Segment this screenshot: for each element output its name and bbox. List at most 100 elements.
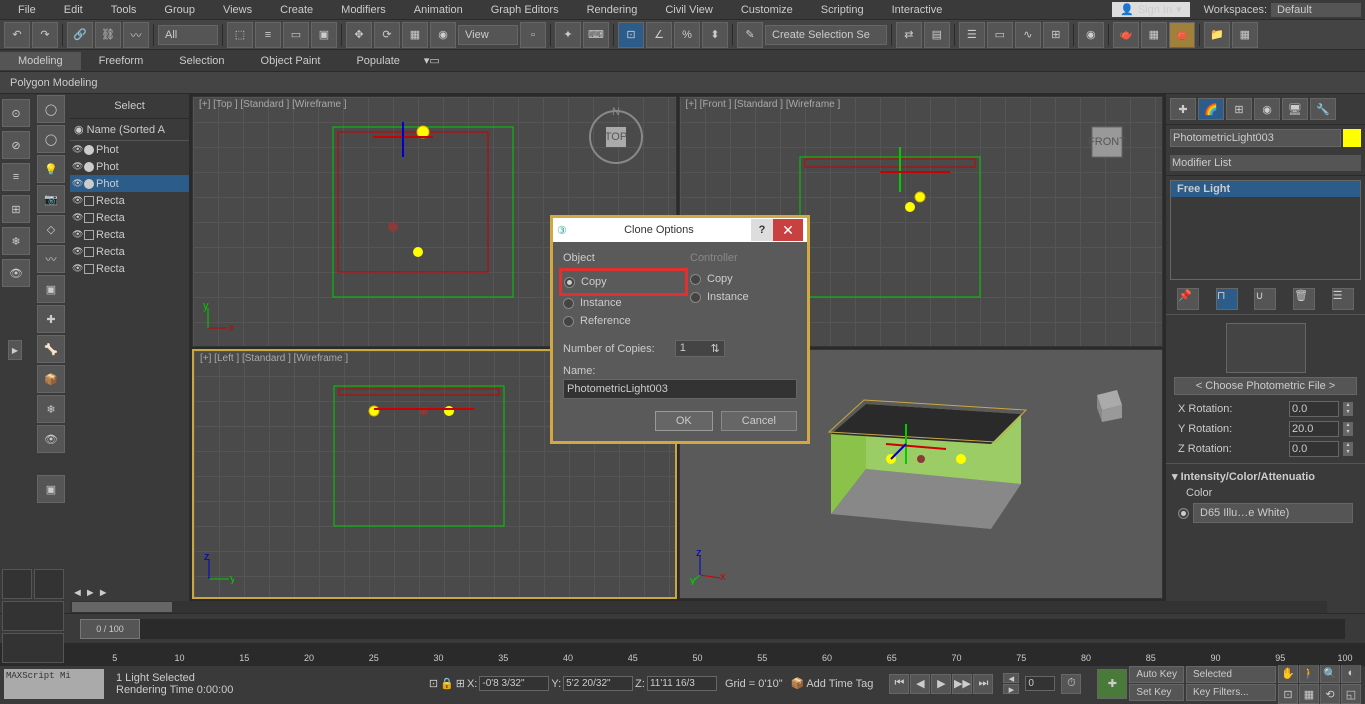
goto-end-icon[interactable]: ⏭ (973, 674, 993, 694)
display-frozen2-icon[interactable]: ❄ (37, 395, 65, 423)
menu-civil-view[interactable]: Civil View (651, 2, 726, 18)
outliner-row[interactable]: 👁Phot (70, 175, 189, 192)
ribbon-expand-icon[interactable]: ▾▭ (424, 54, 440, 67)
menu-customize[interactable]: Customize (727, 2, 807, 18)
key-filters-selected-dropdown[interactable]: Selected (1186, 666, 1276, 683)
select-columns[interactable]: ◉ Name (Sorted A (70, 119, 189, 141)
display-groups-icon[interactable]: ▣ (37, 275, 65, 303)
layer-explorer-button[interactable]: ☰ (959, 22, 985, 48)
align-button[interactable]: ▤ (924, 22, 950, 48)
view-compass[interactable]: TOPN (586, 107, 646, 167)
menu-scripting[interactable]: Scripting (807, 2, 878, 18)
outliner-row[interactable]: 👁Recta (70, 226, 189, 243)
tab-modeling[interactable]: Modeling (0, 52, 81, 70)
modifier-list-dropdown[interactable]: Modifier List (1170, 155, 1361, 171)
goto-start-icon[interactable]: ⏮ (889, 674, 909, 694)
key-mode-down-icon[interactable]: ▸ (1003, 684, 1019, 694)
auto-key-button[interactable]: Auto Key (1129, 666, 1184, 683)
ok-button[interactable]: OK (655, 411, 713, 431)
reference-radio[interactable] (563, 316, 574, 327)
play-icon[interactable]: ▶ (931, 674, 951, 694)
visibility-icon[interactable]: 👁 (72, 178, 82, 189)
maximize-viewport-icon[interactable]: ◱ (1341, 684, 1361, 704)
display-xrefs-icon[interactable]: ✚ (37, 305, 65, 333)
spin-down-icon[interactable]: ▾ (1343, 429, 1353, 436)
tab-object-paint[interactable]: Object Paint (243, 52, 339, 70)
mirror-button[interactable]: ⇄ (896, 22, 922, 48)
select-button[interactable]: ⬚ (227, 22, 253, 48)
visibility-icon[interactable]: 👁 (72, 144, 82, 155)
scroll-left-icon[interactable]: ◄ (72, 587, 83, 599)
timeline-ruler[interactable]: ∿ 05101520253035404550556065707580859095… (0, 643, 1365, 665)
menu-views[interactable]: Views (209, 2, 266, 18)
color-preset-radio[interactable] (1178, 508, 1189, 519)
visibility-icon[interactable]: 👁 (72, 161, 82, 172)
visibility-icon[interactable]: 👁 (72, 212, 82, 223)
menu-edit[interactable]: Edit (50, 2, 97, 18)
x-coord-input[interactable] (479, 676, 549, 691)
percent-snap-button[interactable]: % (674, 22, 700, 48)
layout-preset-4[interactable] (2, 633, 64, 663)
intensity-rollout-header[interactable]: ▾ Intensity/Color/Attenuatio (1170, 468, 1361, 485)
link-button[interactable]: 🔗 (67, 22, 93, 48)
abs-rel-icon[interactable]: ⊞ (456, 677, 465, 690)
unlink-button[interactable]: ⛓ (95, 22, 121, 48)
display-cameras-icon[interactable]: 📷 (37, 185, 65, 213)
zoom-all-icon[interactable]: ▦ (1299, 684, 1319, 704)
snap-toggle-button[interactable]: ⊡ (618, 22, 644, 48)
visibility-icon[interactable]: 👁 (72, 246, 82, 257)
display-helpers-icon[interactable]: ◇ (37, 215, 65, 243)
prev-frame-icon[interactable]: ◀ (910, 674, 930, 694)
spinner-snap-button[interactable]: ⬍ (702, 22, 728, 48)
outliner-row[interactable]: 👁Recta (70, 192, 189, 209)
layout-preset-1[interactable] (2, 569, 32, 599)
spin-up-icon[interactable]: ▴ (1343, 442, 1353, 449)
maxscript-listener[interactable]: MAXScript Mi (4, 669, 104, 699)
display-tab-icon[interactable]: 🖥 (1282, 98, 1308, 120)
configure-sets-icon[interactable]: ☰ (1332, 288, 1354, 310)
visibility-icon[interactable]: 👁 (72, 263, 82, 274)
lock-selection-icon[interactable]: 🔒 (440, 677, 454, 690)
visibility-icon[interactable]: 👁 (72, 229, 82, 240)
visibility-icon[interactable]: 👁 (72, 195, 82, 206)
y-rotation-input[interactable] (1289, 421, 1339, 437)
spin-down-icon[interactable]: ▾ (1343, 409, 1353, 416)
menu-group[interactable]: Group (150, 2, 209, 18)
pan-view-icon[interactable]: ✋ (1278, 663, 1298, 683)
expand-panel-icon[interactable]: ▶ (8, 340, 22, 360)
display-hidden-icon[interactable]: 👁 (2, 259, 30, 287)
toggle-ribbon-button[interactable]: ▭ (987, 22, 1013, 48)
make-unique-icon[interactable]: ∪ (1254, 288, 1276, 310)
material-editor-button[interactable]: ◉ (1078, 22, 1104, 48)
state-sets-button[interactable]: ▦ (1232, 22, 1258, 48)
time-slider-handle[interactable]: 0 / 100 (80, 619, 140, 639)
z-rotation-input[interactable] (1289, 441, 1339, 457)
menu-create[interactable]: Create (266, 2, 327, 18)
motion-tab-icon[interactable]: ◉ (1254, 98, 1280, 120)
object-color-swatch[interactable] (1343, 129, 1361, 147)
x-rotation-input[interactable] (1289, 401, 1339, 417)
time-slider[interactable]: 0 / 100 (80, 619, 1345, 639)
layout-preset-3[interactable] (2, 601, 64, 631)
create-tab-icon[interactable]: ✚ (1170, 98, 1196, 120)
select-name-button[interactable]: ≡ (255, 22, 281, 48)
instance-radio-row[interactable]: Instance (563, 294, 670, 312)
color-preset-dropdown[interactable]: D65 Illu…e White) (1193, 503, 1353, 523)
scroll-right2-icon[interactable]: ► (98, 587, 109, 599)
clone-name-input[interactable] (563, 379, 797, 399)
time-tag-icon[interactable]: 📦 (791, 677, 805, 690)
sub-ribbon-label[interactable]: Polygon Modeling (10, 77, 97, 89)
menu-tools[interactable]: Tools (97, 2, 151, 18)
outliner-row[interactable]: 👁Phot (70, 141, 189, 158)
utilities-tab-icon[interactable]: 🔧 (1310, 98, 1336, 120)
display-bone-icon[interactable]: 🦴 (37, 335, 65, 363)
render-setup-button[interactable]: 🫖 (1113, 22, 1139, 48)
walk-through-icon[interactable]: 🚶 (1299, 663, 1319, 683)
keyboard-shortcut-button[interactable]: ⌨ (583, 22, 609, 48)
scale-button[interactable]: ▦ (402, 22, 428, 48)
render-production-button[interactable]: 🫖 (1169, 22, 1195, 48)
modifier-stack[interactable]: Free Light (1170, 180, 1361, 280)
orbit-icon[interactable]: ⟲ (1320, 684, 1340, 704)
menu-file[interactable]: File (4, 2, 50, 18)
window-crossing-button[interactable]: ▣ (311, 22, 337, 48)
